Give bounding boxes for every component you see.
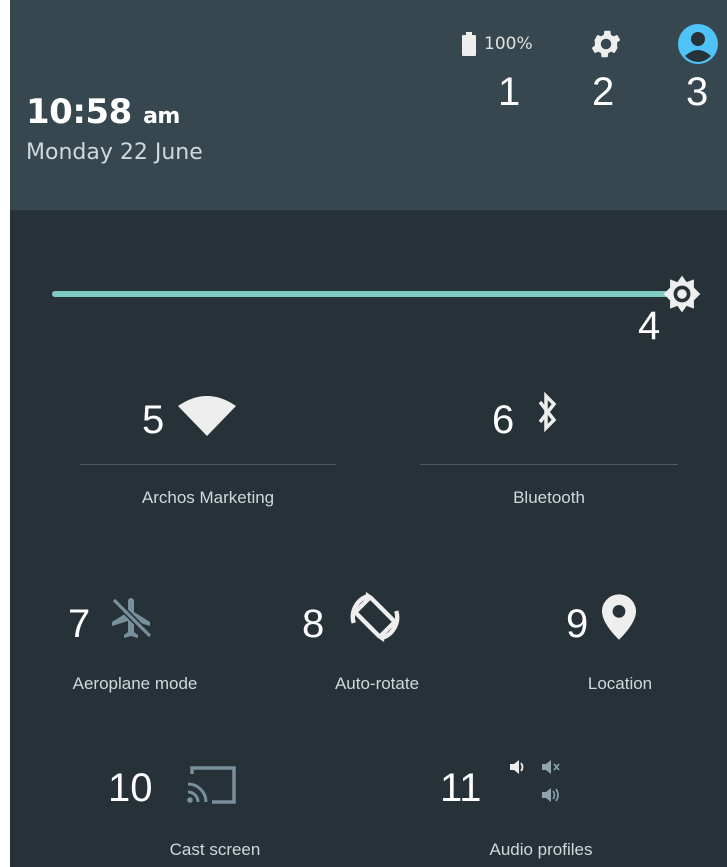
callout-2: 2 (592, 70, 615, 114)
bluetooth-icon[interactable] (532, 390, 562, 434)
callout-4: 4 (638, 304, 661, 348)
wifi-icon[interactable] (178, 392, 236, 436)
callout-10: 10 (108, 766, 153, 810)
audio-profiles-label[interactable]: Audio profiles (436, 840, 646, 860)
bluetooth-label[interactable]: Bluetooth (420, 488, 678, 508)
callout-7: 7 (68, 602, 91, 646)
battery-indicator[interactable]: 100% (462, 32, 533, 56)
battery-icon (462, 32, 476, 56)
auto-rotate-label[interactable]: Auto-rotate (272, 674, 482, 694)
date-label[interactable]: Monday 22 June (26, 140, 203, 165)
settings-gear-icon[interactable] (588, 26, 624, 62)
frame-border (0, 0, 10, 867)
callout-9: 9 (566, 602, 589, 646)
user-avatar-icon[interactable] (678, 24, 718, 64)
rotate-icon[interactable] (346, 588, 404, 646)
location-pin-icon[interactable] (602, 594, 636, 640)
speaker-icon[interactable] (508, 758, 570, 812)
callout-6: 6 (492, 398, 515, 442)
status-header: 10:58 am Monday 22 June 100% 1 2 3 (10, 0, 727, 210)
wifi-network-label[interactable]: Archos Marketing (80, 488, 336, 508)
bluetooth-divider (420, 464, 678, 465)
location-label[interactable]: Location (520, 674, 720, 694)
callout-11: 11 (440, 766, 482, 810)
cast-icon[interactable] (186, 764, 238, 806)
airplane-icon[interactable] (108, 594, 156, 642)
brightness-sun-icon[interactable] (660, 272, 704, 316)
callout-3: 3 (686, 70, 709, 114)
clock-time: 10:58 (26, 92, 132, 132)
clock-ampm: am (143, 104, 180, 129)
cast-screen-label[interactable]: Cast screen (110, 840, 320, 860)
callout-5: 5 (142, 398, 165, 442)
aeroplane-mode-label[interactable]: Aeroplane mode (30, 674, 240, 694)
wifi-divider (80, 464, 336, 465)
callout-8: 8 (302, 602, 325, 646)
callout-1: 1 (498, 70, 521, 114)
battery-percent: 100% (484, 34, 533, 54)
clock[interactable]: 10:58 am (26, 92, 180, 132)
brightness-slider[interactable] (52, 291, 682, 297)
